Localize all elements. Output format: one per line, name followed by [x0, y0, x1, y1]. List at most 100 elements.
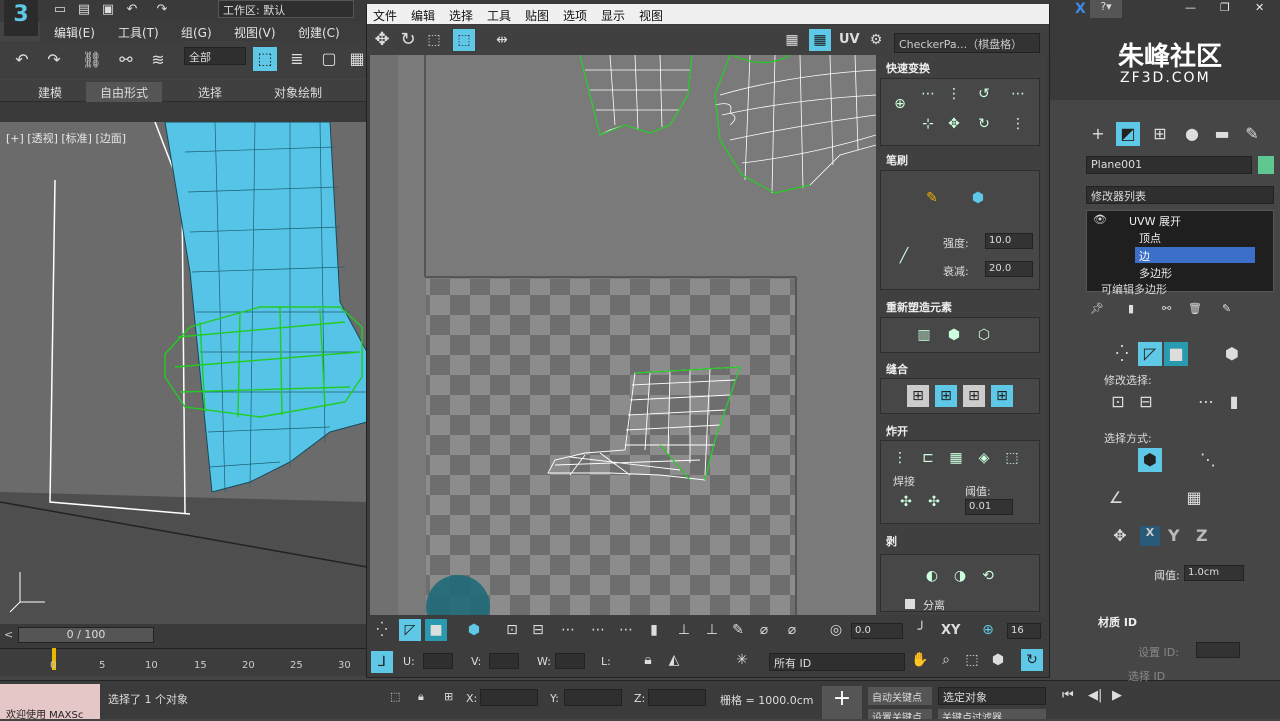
- object-color-swatch[interactable]: [1258, 156, 1274, 174]
- rotate-icon[interactable]: ↻: [397, 29, 419, 51]
- element-select-icon[interactable]: ⬢: [1220, 342, 1244, 366]
- rollout-peel[interactable]: 剥: [880, 530, 1040, 550]
- space-horizontal-icon[interactable]: ⋯: [1007, 83, 1029, 105]
- peel-mode-icon[interactable]: ◑: [949, 565, 971, 587]
- absolute-mode-icon[interactable]: ⊞: [444, 690, 453, 703]
- stack-item-unwrap[interactable]: UVW 展开: [1129, 213, 1181, 229]
- lock-selection-icon[interactable]: 🔒︎: [418, 690, 424, 704]
- checker-icon[interactable]: ▦: [809, 29, 831, 51]
- ring-select-icon[interactable]: ▮: [1222, 390, 1246, 414]
- mirror-select-icon[interactable]: ✥: [1108, 524, 1132, 548]
- unlink-icon[interactable]: ⚯: [114, 48, 138, 72]
- stitch-average-icon[interactable]: ⊞: [935, 385, 957, 407]
- soft-selection-icon[interactable]: ◎: [825, 619, 847, 641]
- rotate-ccw-icon[interactable]: ↺: [973, 83, 995, 105]
- new-file-icon[interactable]: ▭: [48, 0, 72, 22]
- redo-icon[interactable]: ↷: [150, 0, 174, 22]
- prev-frame-icon[interactable]: <: [4, 628, 13, 641]
- uv-options-icon[interactable]: ⚙: [865, 29, 887, 51]
- weld-target-icon[interactable]: ✣: [895, 491, 917, 513]
- uv-menu-view[interactable]: 视图: [639, 7, 663, 24]
- rectangular-selection-icon[interactable]: ▢: [317, 47, 341, 71]
- uv-menu-display[interactable]: 显示: [601, 7, 625, 24]
- y-coord-field[interactable]: [564, 689, 622, 706]
- falloff-curve-icon[interactable]: ╯: [911, 619, 933, 641]
- loop-grow-icon[interactable]: ⋯: [587, 619, 609, 641]
- z-coord-field[interactable]: [648, 689, 706, 706]
- stitch-target-icon[interactable]: ⊞: [907, 385, 929, 407]
- uv-menu-edit[interactable]: 编辑: [411, 7, 435, 24]
- object-name-field[interactable]: Plane001: [1086, 156, 1252, 174]
- pin-stack-icon[interactable]: 📌︎: [1090, 302, 1104, 315]
- planar-angle-icon[interactable]: ∠: [1104, 486, 1128, 510]
- detach-edge-icon[interactable]: ⊏: [917, 447, 939, 469]
- freeze-icon[interactable]: ✳: [731, 649, 753, 671]
- angle-spinner[interactable]: 0.0: [851, 623, 903, 639]
- quick-peel-icon[interactable]: ◐: [921, 565, 943, 587]
- menu-create[interactable]: 创建(C): [298, 24, 340, 41]
- uv-canvas[interactable]: [370, 55, 876, 615]
- v-field[interactable]: [489, 653, 519, 669]
- rollout-explode[interactable]: 炸开: [880, 420, 1040, 440]
- uv-menu-select[interactable]: 选择: [449, 7, 473, 24]
- set-key-button[interactable]: 设置关键点: [868, 709, 932, 719]
- menu-tools[interactable]: 工具(T): [118, 24, 159, 41]
- stack-item-vertex[interactable]: 顶点: [1139, 230, 1161, 246]
- select-by-element-icon[interactable]: ⬢: [1138, 448, 1162, 472]
- link-icon[interactable]: ⛓: [80, 48, 104, 72]
- undo-icon[interactable]: ↶: [120, 0, 144, 22]
- grow-icon[interactable]: ⊡: [1106, 390, 1130, 414]
- weld-selected-icon[interactable]: ✣: [923, 491, 945, 513]
- vertex-mode-icon[interactable]: ⁛: [371, 619, 393, 641]
- help-icon[interactable]: ?▾: [1090, 0, 1122, 18]
- paint-grow-icon[interactable]: ⌀: [753, 619, 775, 641]
- save-icon[interactable]: ▣: [96, 0, 120, 22]
- tab-selection[interactable]: 选择: [198, 84, 222, 101]
- flatten-by-material-icon[interactable]: ◈: [973, 447, 995, 469]
- configure-sets-icon[interactable]: ✎: [1222, 302, 1231, 315]
- stitch-source-icon[interactable]: ⊞: [963, 385, 985, 407]
- reset-peel-icon[interactable]: ⟲: [977, 565, 999, 587]
- loop-select-icon[interactable]: ⋯: [1194, 390, 1218, 414]
- u-field[interactable]: [423, 653, 453, 669]
- point-to-point-icon[interactable]: ⊥: [701, 619, 723, 641]
- play-icon[interactable]: ▶: [1112, 688, 1122, 703]
- loop-icon[interactable]: ⋯: [557, 619, 579, 641]
- stack-item-editable-poly[interactable]: 可编辑多边形: [1101, 281, 1167, 297]
- open-file-icon[interactable]: ▤: [72, 0, 96, 22]
- show-map-icon[interactable]: ▦: [781, 29, 803, 51]
- hide-icon[interactable]: ◭: [663, 649, 685, 671]
- hierarchy-tab-icon[interactable]: ⊞: [1148, 122, 1172, 146]
- weld-threshold-spinner[interactable]: 0.01: [965, 499, 1013, 515]
- uv-menu-file[interactable]: 文件: [373, 7, 397, 24]
- falloff-spinner[interactable]: 20.0: [985, 261, 1033, 277]
- uv-label[interactable]: UV: [839, 32, 860, 47]
- motion-tab-icon[interactable]: ●: [1180, 122, 1204, 146]
- create-tab-icon[interactable]: +: [1086, 122, 1110, 146]
- modifier-list-dropdown[interactable]: 修改器列表: [1086, 186, 1274, 204]
- strength-spinner[interactable]: 10.0: [985, 233, 1033, 249]
- isolate-icon[interactable]: ⬚: [390, 690, 400, 703]
- rollout-quick-transform[interactable]: 快速变换: [880, 57, 1040, 77]
- add-time-tag-icon[interactable]: +: [822, 686, 862, 719]
- tab-modeling[interactable]: 建模: [38, 84, 62, 101]
- edge-select-icon[interactable]: ◸: [1138, 342, 1162, 366]
- tab-freeform[interactable]: 自由形式: [86, 82, 163, 103]
- align-vertical-icon[interactable]: ⋮: [943, 83, 965, 105]
- time-slider[interactable]: 0 / 100: [18, 627, 154, 643]
- ring-grow-icon[interactable]: ▮: [643, 619, 665, 641]
- workspace-dropdown[interactable]: 工作区: 默认: [218, 0, 354, 18]
- show-end-result-icon[interactable]: ▮: [1128, 302, 1134, 315]
- align-center-icon[interactable]: ⊹: [917, 113, 939, 135]
- grid-spinner[interactable]: 16: [1007, 623, 1041, 639]
- edge-mode-icon[interactable]: ◸: [399, 619, 421, 641]
- face-select-icon[interactable]: ■: [1164, 342, 1188, 366]
- remove-modifier-icon[interactable]: 🗑︎: [1188, 302, 1202, 315]
- bind-space-warp-icon[interactable]: ≋: [146, 48, 170, 72]
- prev-key-icon[interactable]: ◀|: [1088, 688, 1102, 703]
- shrink-selection-icon[interactable]: ⊟: [527, 619, 549, 641]
- perspective-viewport[interactable]: [0, 122, 367, 624]
- rollout-material-id[interactable]: 材质 ID: [1098, 614, 1137, 630]
- zoom-icon[interactable]: ⌕: [935, 649, 957, 671]
- key-filters-button[interactable]: 关键点过滤器...: [938, 709, 1046, 719]
